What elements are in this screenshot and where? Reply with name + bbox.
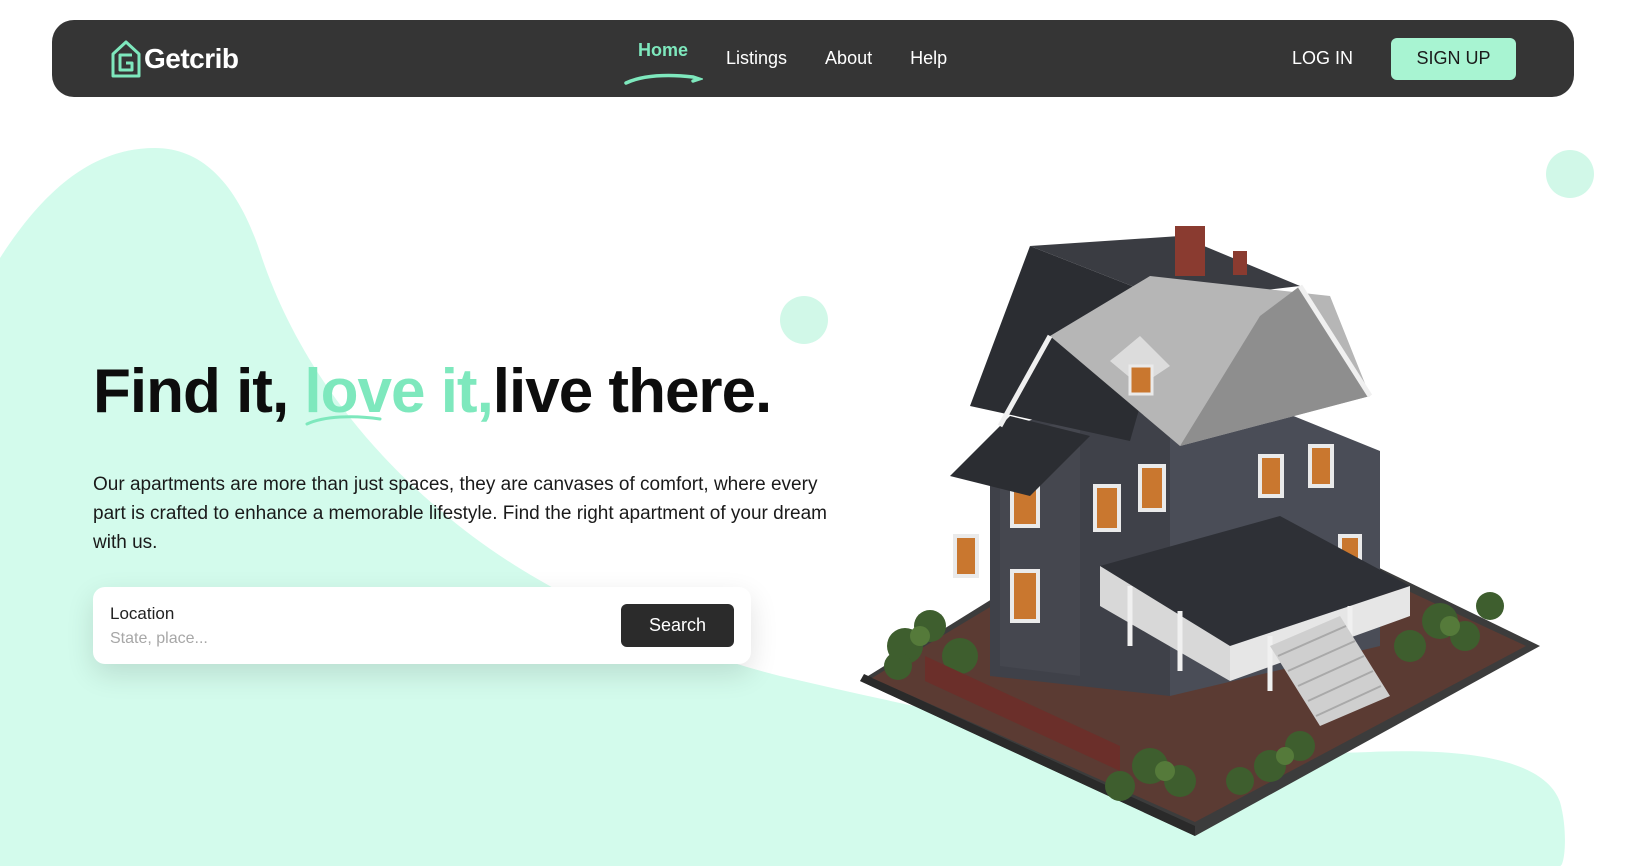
navbar: Getcrib Home Listings About Help LOG IN … [52, 20, 1574, 97]
nav-actions: LOG IN SIGN UP [1292, 37, 1516, 80]
location-label: Location [110, 603, 175, 623]
page: Getcrib Home Listings About Help LOG IN … [0, 0, 1628, 866]
logo-text: Getcrib [144, 42, 239, 74]
hero-title-part2: live there. [492, 357, 772, 426]
active-nav-underline [624, 73, 703, 85]
location-field: Location [110, 604, 410, 648]
location-input[interactable] [110, 629, 410, 648]
logo[interactable]: Getcrib [110, 39, 239, 79]
nav-links: Home Listings About Help [624, 20, 947, 97]
hero-title-accent: love it, [304, 357, 493, 426]
hero-description: Our apartments are more than just spaces… [93, 474, 827, 553]
decorative-dot [1546, 150, 1594, 198]
victorian-house-illustration [860, 226, 1540, 836]
signup-button[interactable]: SIGN UP [1391, 37, 1516, 80]
hero-title-part1: Find it, [93, 357, 289, 426]
nav-link-listings[interactable]: Listings [726, 48, 787, 69]
hero-title: Find it, love it, live there. [93, 356, 772, 427]
accent-swoosh [305, 415, 382, 426]
search-button[interactable]: Search [621, 604, 734, 647]
search-card: Location Search [93, 587, 751, 664]
login-link[interactable]: LOG IN [1292, 48, 1353, 69]
nav-link-help[interactable]: Help [910, 48, 947, 69]
decorative-dot [780, 296, 828, 344]
house-g-logo-icon [111, 40, 141, 77]
nav-link-home[interactable]: Home [638, 40, 688, 61]
nav-link-about[interactable]: About [825, 48, 872, 69]
